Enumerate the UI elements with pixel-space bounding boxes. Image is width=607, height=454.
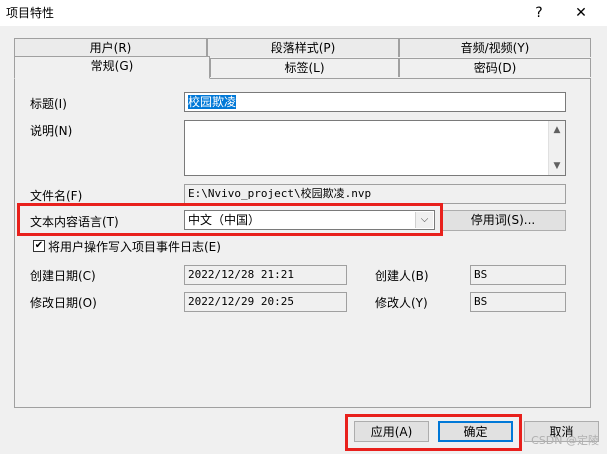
- log-checkbox[interactable]: ✔: [33, 240, 45, 252]
- filename-label: 文件名(F): [30, 189, 83, 203]
- created-date-label: 创建日期(C): [30, 269, 96, 283]
- modified-date-field: 2022/12/29 20:25: [184, 292, 347, 312]
- scroll-down-icon[interactable]: ▼: [549, 158, 565, 174]
- window-title: 项目特性: [6, 6, 55, 20]
- created-date-field: 2022/12/28 21:21: [184, 265, 347, 285]
- filename-field: E:\Nvivo_project\校园欺凌.nvp: [184, 184, 566, 204]
- close-button[interactable]: ✕: [561, 0, 601, 26]
- modified-date-label: 修改日期(O): [30, 296, 97, 310]
- tab-audio-video[interactable]: 音频/视频(Y): [399, 38, 591, 57]
- title-label: 标题(I): [30, 97, 67, 111]
- tab-password[interactable]: 密码(D): [399, 58, 591, 77]
- tab-users[interactable]: 用户(R): [14, 38, 207, 57]
- checkmark-icon: ✔: [34, 240, 44, 251]
- modified-by-label: 修改人(Y): [375, 296, 428, 310]
- created-by-field: BS: [470, 265, 566, 285]
- title-input[interactable]: 校园欺凌: [184, 92, 566, 112]
- tab-tags[interactable]: 标签(L): [210, 58, 399, 77]
- title-bar: 项目特性 ? ✕: [0, 0, 607, 26]
- description-label: 说明(N): [30, 124, 73, 138]
- help-button[interactable]: ?: [519, 0, 559, 26]
- title-input-value: 校园欺凌: [188, 95, 237, 109]
- created-by-label: 创建人(B): [375, 269, 429, 283]
- scroll-up-icon[interactable]: ▲: [549, 122, 565, 138]
- log-checkbox-label[interactable]: 将用户操作写入项目事件日志(E): [48, 238, 221, 255]
- tab-paragraph-styles[interactable]: 段落样式(P): [207, 38, 399, 57]
- tab-general[interactable]: 常规(G): [14, 56, 210, 79]
- language-highlight: [17, 203, 443, 236]
- buttons-highlight: [345, 414, 522, 451]
- modified-by-field: BS: [470, 292, 566, 312]
- description-input[interactable]: ▲ ▼: [184, 120, 566, 176]
- stopwords-button[interactable]: 停用词(S)...: [440, 210, 566, 231]
- description-scrollbar[interactable]: ▲ ▼: [548, 121, 565, 175]
- watermark: CSDN @定陵: [531, 434, 599, 447]
